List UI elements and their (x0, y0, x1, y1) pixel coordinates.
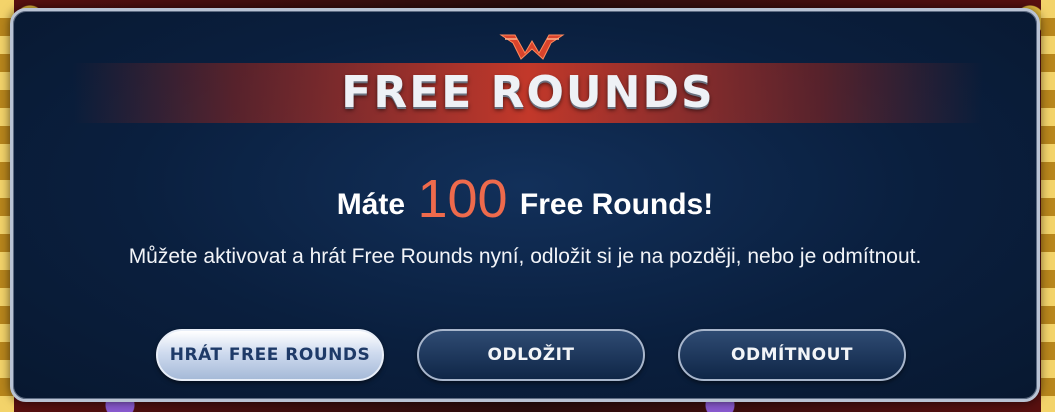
postpone-button[interactable]: ODLOŽIT (417, 329, 645, 381)
free-rounds-dialog: FREE ROUNDS Máte 100 Free Rounds! Můžete… (10, 8, 1040, 402)
headline: Máte 100 Free Rounds! (13, 171, 1037, 233)
dialog-message: Můžete aktivovat a hrát Free Rounds nyní… (128, 245, 922, 268)
rounds-count: 100 (417, 169, 508, 229)
decline-button[interactable]: ODMÍTNOUT (678, 329, 906, 381)
play-free-rounds-button[interactable]: HRÁT FREE ROUNDS (156, 329, 384, 381)
headline-prefix: Máte (336, 188, 406, 221)
crown-wings-icon (499, 34, 565, 60)
title-banner: FREE ROUNDS (73, 63, 983, 123)
background-reel-right (1041, 0, 1055, 412)
dialog-title: FREE ROUNDS (341, 67, 715, 118)
headline-suffix: Free Rounds! (519, 188, 714, 221)
